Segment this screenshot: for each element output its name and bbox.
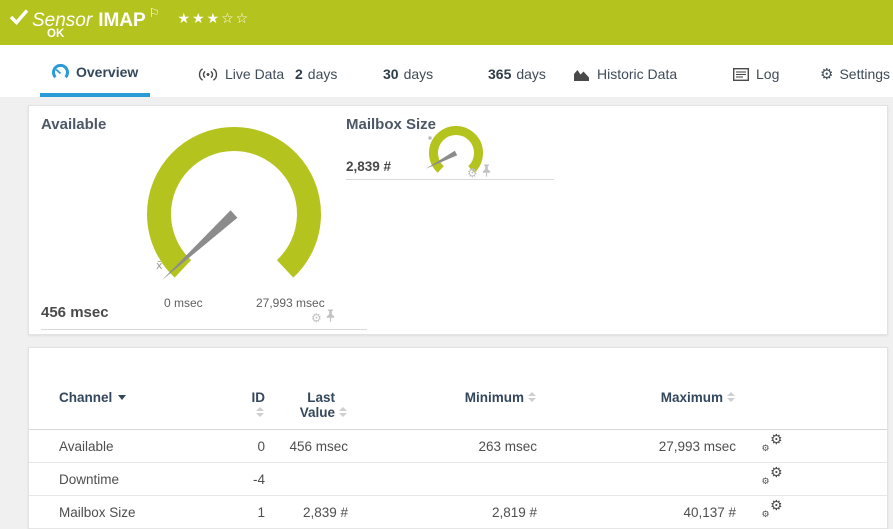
gauge-max-label: 27,993 msec — [256, 296, 325, 310]
live-data-icon — [198, 67, 218, 82]
channel-minimum: 263 msec — [478, 438, 537, 454]
gauge-available-value: 456 msec — [41, 304, 109, 321]
tab-settings[interactable]: ⚙ Settings — [808, 45, 893, 97]
table-row-available: Available 0 456 msec 263 msec 27,993 mse… — [29, 430, 887, 463]
column-header-last-value[interactable]: Last Value — [265, 390, 348, 420]
column-header-channel[interactable]: Channel — [29, 390, 239, 405]
gauge-pin-icon[interactable] — [325, 309, 336, 327]
average-marker — [428, 136, 432, 140]
tab-log[interactable]: Log — [721, 45, 791, 97]
gauge-mailbox-value: 2,839 # — [346, 159, 392, 174]
tab-overview[interactable]: Overview — [40, 45, 151, 97]
channel-table-header: Channel ID Last Value Minimum Maximum — [29, 390, 887, 430]
table-row-mailbox-size: Mailbox Size 1 2,839 # 2,819 # 40,137 # … — [29, 496, 887, 529]
status-badge: OK — [47, 28, 65, 40]
tab-30-days[interactable]: 30 days — [371, 45, 445, 97]
channel-minimum: 2,819 # — [491, 504, 537, 520]
channel-name: Mailbox Size — [59, 504, 136, 520]
gear-icon: ⚙ — [820, 64, 834, 83]
tab-log-label: Log — [756, 66, 780, 82]
sensor-header: Sensor IMAP ⚐ ★★★☆☆ OK — [0, 0, 893, 45]
channel-last-value: 2,839 # — [302, 504, 348, 520]
divider — [346, 179, 554, 180]
tab-365-days[interactable]: 365 days — [476, 45, 558, 97]
tab-historic-data-label: Historic Data — [597, 66, 678, 82]
column-header-maximum[interactable]: Maximum — [537, 390, 736, 405]
sort-icon — [528, 392, 537, 403]
channel-name: Available — [59, 438, 114, 454]
sort-desc-icon — [118, 395, 127, 400]
divider — [41, 329, 367, 330]
gauge-min-label: 0 msec — [164, 296, 203, 310]
channel-last-value: 456 msec — [289, 438, 348, 454]
flag-icon[interactable]: ⚐ — [149, 6, 160, 20]
overview-content: Available x̄ 0 msec 27,993 msec 456 msec… — [0, 97, 893, 529]
tab-overview-label: Overview — [76, 64, 139, 80]
sensor-name: IMAP — [98, 10, 146, 31]
channel-maximum: 40,137 # — [683, 504, 736, 520]
tab-live-data-label: Live Data — [225, 66, 285, 82]
gauge-icon — [52, 63, 69, 81]
sort-icon — [727, 392, 736, 403]
gauge-available-title: Available — [41, 116, 107, 133]
channel-id: -4 — [252, 471, 265, 487]
gauges-panel: Available x̄ 0 msec 27,993 msec 456 msec… — [28, 105, 888, 335]
channel-id: 1 — [257, 504, 265, 520]
tab-2-days[interactable]: 2 days — [283, 45, 349, 97]
channel-settings-icon[interactable]: ⚙ ⚙ — [762, 466, 783, 487]
gauge-settings-gear-icon[interactable]: ⚙ — [311, 312, 322, 324]
tab-settings-label: Settings — [839, 66, 891, 82]
tab-bar: Overview Live Data 2 days 30 days 365 da… — [0, 45, 893, 97]
table-row-downtime: Downtime -4 ⚙ ⚙ — [29, 463, 887, 496]
gauge-settings-gear-icon[interactable]: ⚙ — [467, 167, 478, 179]
available-gauge — [147, 127, 321, 281]
channel-id: 0 — [257, 438, 265, 454]
area-chart-icon — [573, 68, 590, 81]
sort-icon — [339, 407, 348, 418]
channels-panel: Channel ID Last Value Minimum Maximum Av… — [28, 347, 888, 529]
priority-stars[interactable]: ★★★☆☆ — [177, 11, 250, 27]
sort-icon — [256, 407, 265, 418]
log-list-icon — [733, 67, 749, 81]
average-marker: x̄ — [156, 259, 163, 272]
channel-settings-icon[interactable]: ⚙ ⚙ — [762, 433, 783, 454]
tab-live-data[interactable]: Live Data — [186, 45, 296, 97]
column-header-minimum[interactable]: Minimum — [348, 390, 537, 405]
tab-historic-data[interactable]: Historic Data — [561, 45, 689, 97]
channel-settings-icon[interactable]: ⚙ ⚙ — [762, 499, 783, 520]
channel-maximum: 27,993 msec — [658, 438, 736, 454]
channel-name: Downtime — [59, 471, 120, 487]
status-check-icon — [9, 8, 29, 31]
column-header-id[interactable]: ID — [239, 390, 265, 420]
